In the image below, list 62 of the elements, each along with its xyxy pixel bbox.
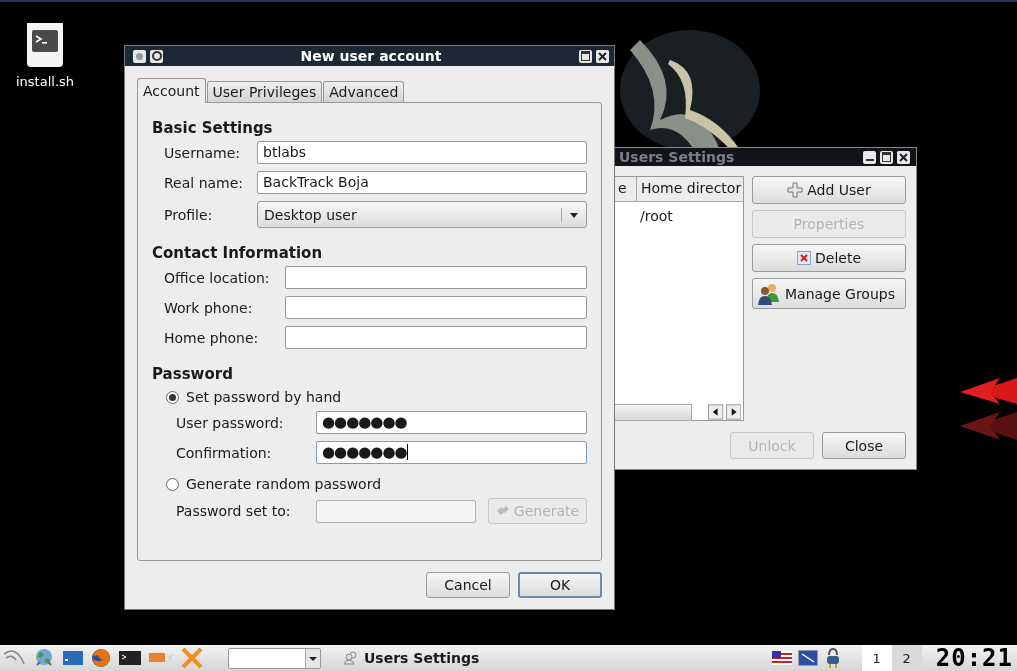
clock: 20:21 (934, 644, 1014, 671)
scroll-right-icon[interactable] (725, 404, 741, 420)
password-field[interactable]: ●●●●●●● (316, 411, 587, 434)
workspace-button[interactable]: 1 (861, 645, 892, 671)
scrollbar[interactable] (614, 403, 693, 421)
menu-icon[interactable] (150, 49, 163, 63)
password-field[interactable]: ●●●●●●● (316, 441, 587, 464)
desktop-icon[interactable] (62, 649, 84, 667)
terminal-file-icon[interactable] (25, 22, 65, 68)
radio-button[interactable] (166, 477, 179, 491)
field-label: Home phone: (164, 329, 260, 346)
section-heading: Contact Information (152, 244, 324, 262)
browser-icon[interactable] (90, 647, 112, 669)
plus-icon (787, 182, 804, 198)
tab[interactable]: Account (137, 78, 206, 103)
action-button[interactable]: Add User (752, 176, 906, 204)
dialog-button[interactable]: OK (518, 572, 602, 598)
flag-icon[interactable] (771, 651, 792, 665)
maximize-icon[interactable] (880, 150, 893, 164)
field-label: Username: (164, 144, 242, 161)
column-header[interactable]: e (614, 177, 636, 201)
delete-icon (797, 251, 811, 265)
field-label: Confirmation: (176, 444, 273, 461)
close-icon[interactable] (596, 49, 609, 63)
input-field[interactable]: btlabs (257, 141, 587, 164)
chevron-drawing (960, 378, 1017, 440)
window-title: New user account (300, 48, 442, 64)
action-button[interactable]: Delete (752, 244, 906, 272)
combo-box[interactable] (228, 647, 321, 669)
field-label: Password set to: (176, 503, 292, 519)
input-field[interactable] (285, 296, 587, 319)
file-name[interactable]: install.sh (15, 74, 75, 89)
section-heading: Basic Settings (152, 119, 274, 137)
radio-label[interactable]: Generate random password (186, 476, 382, 492)
window-title: Users Settings (619, 149, 735, 165)
field-label: Work phone: (164, 299, 254, 316)
field-label: Office location: (164, 269, 271, 286)
input-field[interactable] (285, 266, 587, 289)
workspace-button[interactable]: 2 (891, 645, 922, 671)
column-header[interactable]: Home director (636, 177, 743, 201)
tab[interactable]: User Privileges (206, 81, 323, 102)
close-icon[interactable] (897, 150, 910, 164)
dialog-button[interactable]: Cancel (426, 572, 510, 598)
scroll-left-icon[interactable] (708, 404, 724, 420)
radio-button[interactable] (166, 390, 179, 404)
network-icon[interactable] (797, 650, 818, 666)
field-label: User password: (176, 414, 285, 431)
terminal-icon[interactable] (118, 649, 142, 667)
dialog-button[interactable]: Close (822, 432, 906, 459)
section-heading: Password (152, 365, 234, 383)
minimize-icon[interactable] (863, 150, 876, 164)
input-field[interactable]: BackTrack Boja (257, 171, 587, 194)
action-button[interactable]: Manage Groups (752, 278, 906, 309)
radio-label[interactable]: Set password by hand (186, 389, 342, 405)
input-field[interactable] (285, 326, 587, 349)
task-button[interactable]: Users Settings (339, 648, 484, 668)
profile-dropdown[interactable]: Desktop user (257, 201, 587, 228)
field-label: Real name: (164, 174, 245, 191)
tab[interactable]: Advanced (323, 81, 405, 102)
field-label: Profile: (164, 206, 214, 223)
maximize-icon[interactable] (579, 49, 592, 63)
table-cell: /root (640, 208, 673, 224)
